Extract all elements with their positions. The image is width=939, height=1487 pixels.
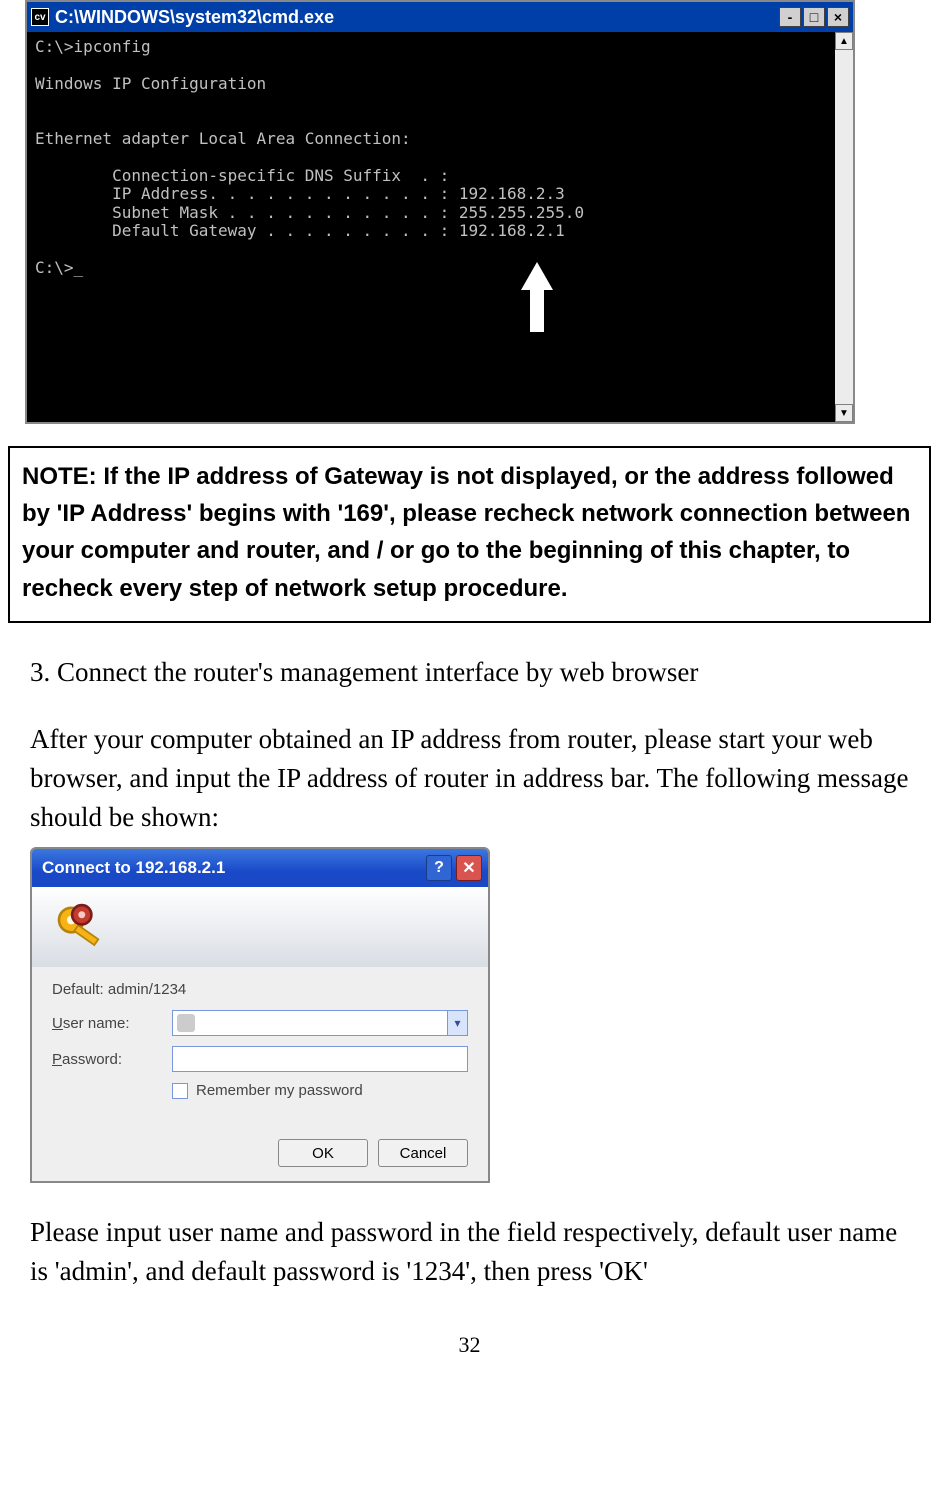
cmd-window-title: C:\WINDOWS\system32\cmd.exe <box>55 7 779 28</box>
auth-dialog: Connect to 192.168.2.1 ? ✕ Default: admi… <box>30 847 490 1183</box>
checkbox-box[interactable] <box>172 1083 188 1099</box>
cancel-button[interactable]: Cancel <box>378 1139 468 1167</box>
cmd-output: C:\>ipconfig Windows IP Configuration Et… <box>27 32 835 422</box>
close-button[interactable]: × <box>827 7 849 27</box>
maximize-button[interactable]: □ <box>803 7 825 27</box>
dialog-close-button[interactable]: ✕ <box>456 855 482 881</box>
minimize-button[interactable]: - <box>779 7 801 27</box>
after-paragraph: Please input user name and password in t… <box>30 1213 909 1291</box>
cmd-titlebar: cv C:\WINDOWS\system32\cmd.exe - □ × <box>27 2 853 32</box>
cmd-window: cv C:\WINDOWS\system32\cmd.exe - □ × C:\… <box>25 0 855 424</box>
username-input[interactable]: ▾ <box>172 1010 468 1036</box>
dialog-titlebar: Connect to 192.168.2.1 ? ✕ <box>32 849 488 887</box>
remember-label: Remember my password <box>196 1082 363 1099</box>
scroll-up-button[interactable]: ▲ <box>835 32 853 50</box>
password-input[interactable] <box>172 1046 468 1072</box>
page-number: 32 <box>0 1332 939 1358</box>
dialog-hint: Default: admin/1234 <box>52 981 468 998</box>
remember-checkbox[interactable]: Remember my password <box>172 1082 468 1099</box>
scroll-down-button[interactable]: ▼ <box>835 404 853 422</box>
annotation-arrow-up-icon <box>517 262 557 332</box>
username-label: User name: <box>52 1015 172 1032</box>
ok-button[interactable]: OK <box>278 1139 368 1167</box>
step-paragraph: After your computer obtained an IP addre… <box>30 720 909 837</box>
keys-icon <box>52 899 108 955</box>
dropdown-icon[interactable]: ▾ <box>447 1011 467 1035</box>
step-heading: 3. Connect the router's management inter… <box>30 653 909 692</box>
dialog-title: Connect to 192.168.2.1 <box>38 858 422 878</box>
help-button[interactable]: ? <box>426 855 452 881</box>
cmd-icon: cv <box>31 8 49 26</box>
cmd-scrollbar[interactable]: ▲ ▼ <box>835 32 853 422</box>
note-box: NOTE: If the IP address of Gateway is no… <box>8 446 931 623</box>
dialog-banner <box>32 887 488 967</box>
user-icon <box>177 1014 195 1032</box>
password-label: Password: <box>52 1051 172 1068</box>
